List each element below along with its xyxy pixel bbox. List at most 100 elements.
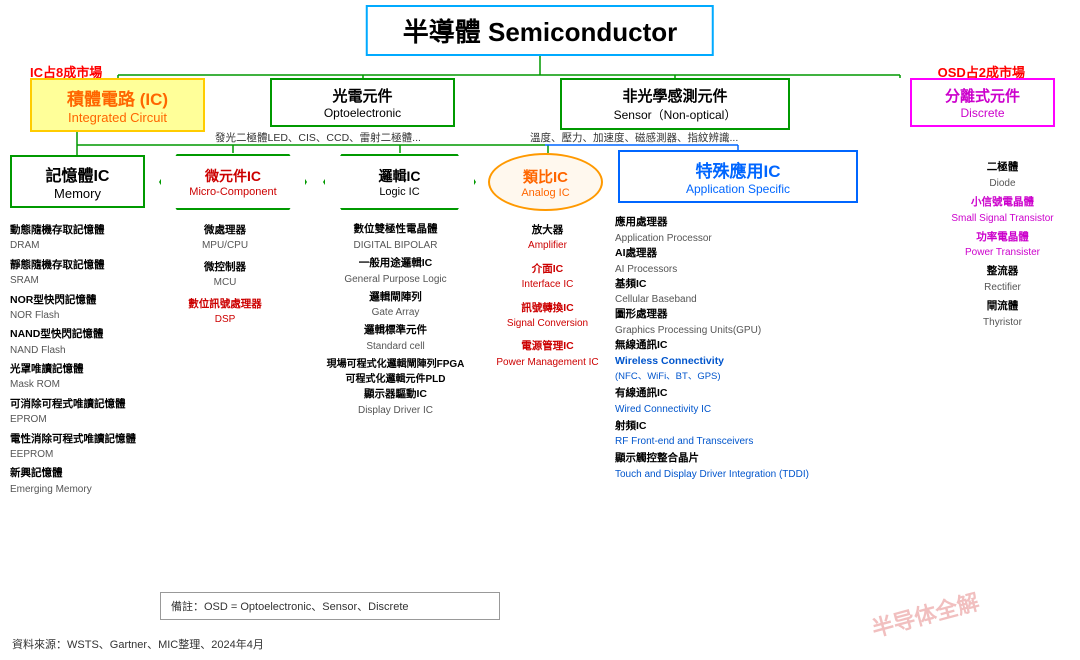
discrete-item-0-cn: 二極體 [930, 160, 1075, 176]
special-item-7-en: Touch and Display Driver Integration (TD… [615, 467, 865, 482]
l2-memory-en: Memory [16, 186, 139, 201]
memory-item-4-en: Mask ROM [10, 377, 145, 393]
micro-content: 微處理器 MPU/CPU 微控制器 MCU 數位訊號處理器 DSP [160, 222, 290, 332]
l2-micro-inner: 微元件IC Micro-Component [159, 154, 307, 210]
special-item-2-cn: 基頻IC [615, 277, 865, 293]
special-item-6-cn: 射頻IC [615, 419, 865, 435]
discrete-item-2-en: Power Transister [930, 245, 1075, 260]
discrete-item-1-cn: 小信號電晶體 [930, 195, 1075, 211]
memory-item-1-cn: 靜態隨機存取記憶體 [10, 257, 145, 273]
discrete-section-1: 小信號電晶體 Small Signal Transistor [930, 195, 1075, 226]
analog-item-1-en: Interface IC [490, 277, 605, 293]
l1-discrete-en: Discrete [920, 106, 1045, 120]
logic-item-2-cn: 邏輯閘陣列 [308, 290, 483, 306]
special-content: 應用處理器 Application Processor AI處理器 AI Pro… [615, 215, 865, 484]
l2-logic-box: 邏輯IC Logic IC [322, 153, 477, 211]
special-item-5-cn: 有線通訊IC [615, 386, 865, 402]
l1-opto-cn: 光電元件 [280, 85, 445, 106]
note-text: 備註：OSD = Optoelectronic、Sensor、Discrete [171, 601, 409, 613]
discrete-section-2: 功率電晶體 Power Transister [930, 230, 1075, 261]
l2-micro-en: Micro-Component [189, 186, 276, 198]
l2-micro-cn: 微元件IC [205, 166, 261, 186]
special-item-1-cn: AI處理器 [615, 246, 865, 262]
special-item-1-en: AI Processors [615, 262, 865, 277]
watermark: 半导体全解 [868, 584, 983, 643]
logic-item-3-cn: 邏輯標準元件 [308, 323, 483, 339]
l1-sensor-en: Sensor（Non-optical） [570, 106, 780, 123]
l1-discrete-cn: 分離式元件 [920, 85, 1045, 106]
special-item-4-cn: 無線通訊IC [615, 338, 865, 354]
special-item-4-en1: Wireless Connectivity [615, 354, 865, 370]
l2-logic-cn: 邏輯IC [379, 166, 421, 186]
micro-item-0-en: MPU/CPU [160, 238, 290, 254]
l1-ic-box: 積體電路 (IC) Integrated Circuit [30, 78, 205, 132]
memory-item-1-en: SRAM [10, 273, 145, 289]
l1-ic-cn: 積體電路 (IC) [40, 85, 195, 110]
discrete-section-4: 閘流體 Thyristor [930, 299, 1075, 330]
logic-item-0-en: DIGITAL BIPOLAR [308, 238, 483, 253]
logic-content: 數位雙極性電晶體 DIGITAL BIPOLAR 一般用途邏輯IC Genera… [308, 222, 483, 421]
sub-opto-label: 發光二極體LED、CIS、CCD、雷射二極體... [215, 130, 421, 145]
discrete-section-0: 二極體 Diode [930, 160, 1075, 191]
page: 半導體 Semiconductor IC占8成市場 OSD占2成市場 積體電路 … [0, 0, 1080, 660]
memory-item-0-en: DRAM [10, 238, 145, 254]
main-title: 半導體 Semiconductor [403, 17, 677, 47]
logic-item-3-en: Standard cell [308, 339, 483, 354]
title-border: 半導體 Semiconductor [366, 5, 714, 56]
discrete-content: 二極體 Diode 小信號電晶體 Small Signal Transistor… [930, 160, 1075, 334]
note-box: 備註：OSD = Optoelectronic、Sensor、Discrete [160, 592, 500, 620]
micro-item-0-cn: 微處理器 [160, 222, 290, 238]
l2-special-en: Application Specific [628, 182, 848, 196]
special-item-7-cn: 顯示觸控整合晶片 [615, 451, 865, 467]
memory-item-6-cn: 電性消除可程式唯讀記憶體 [10, 431, 145, 447]
micro-item-2-cn: 數位訊號處理器 [160, 296, 290, 312]
analog-item-2-en: Signal Conversion [490, 316, 605, 332]
logic-item-1-en: General Purpose Logic [308, 272, 483, 287]
memory-item-3-en: NAND Flash [10, 343, 145, 359]
l1-ic-en: Integrated Circuit [40, 110, 195, 125]
micro-item-2-en: DSP [160, 312, 290, 328]
memory-content: 動態隨機存取記憶體 DRAM 靜態隨機存取記憶體 SRAM NOR型快閃記憶體 … [10, 222, 145, 500]
l1-discrete-box: 分離式元件 Discrete [910, 78, 1055, 127]
l2-analog-en: Analog IC [521, 187, 569, 199]
discrete-item-3-en: Rectifier [930, 280, 1075, 295]
special-item-6-en: RF Front-end and Transceivers [615, 434, 865, 449]
special-item-4-en2: (NFC、WiFi、BT、GPS) [615, 370, 865, 384]
special-item-0-cn: 應用處理器 [615, 215, 865, 231]
micro-item-1-en: MCU [160, 275, 290, 291]
sub-sensor-label: 溫度、壓力、加速度、磁感測器、指紋辨識... [530, 130, 738, 145]
memory-item-7-cn: 新興記憶體 [10, 465, 145, 481]
special-item-0-en: Application Processor [615, 231, 865, 246]
l2-special-cn: 特殊應用IC [628, 157, 848, 182]
l2-logic-inner: 邏輯IC Logic IC [323, 154, 476, 210]
micro-item-1-cn: 微控制器 [160, 259, 290, 275]
logic-item-4-cn: 現場可程式化邏輯閘陣列FPGA [308, 357, 483, 372]
special-item-3-en: Graphics Processing Units(GPU) [615, 323, 865, 338]
logic-item-6-cn: 顯示器驅動IC [308, 387, 483, 403]
l1-sensor-box: 非光學感測元件 Sensor（Non-optical） [560, 78, 790, 130]
l2-special-box: 特殊應用IC Application Specific [618, 150, 858, 203]
discrete-item-4-cn: 閘流體 [930, 299, 1075, 315]
logic-item-6-en: Display Driver IC [308, 403, 483, 418]
analog-content: 放大器 Amplifier 介面IC Interface IC 訊號轉換IC S… [490, 222, 605, 373]
analog-item-3-cn: 電源管理IC [490, 338, 605, 354]
source-label: 資料來源：WSTS、Gartner、MIC整理、2024年4月 [12, 636, 264, 652]
analog-item-3-en: Power Management IC [490, 355, 605, 371]
l2-logic-en: Logic IC [379, 186, 419, 198]
title-area: 半導體 Semiconductor [366, 5, 714, 56]
discrete-item-1-en: Small Signal Transistor [930, 211, 1075, 226]
logic-item-2-en: Gate Array [308, 305, 483, 320]
special-item-5-en: Wired Connectivity IC [615, 402, 865, 417]
memory-item-5-cn: 可消除可程式唯讀記憶體 [10, 396, 145, 412]
l2-micro-box: 微元件IC Micro-Component [158, 153, 308, 211]
discrete-item-2-cn: 功率電晶體 [930, 230, 1075, 246]
memory-item-0-cn: 動態隨機存取記憶體 [10, 222, 145, 238]
memory-item-5-en: EPROM [10, 412, 145, 428]
analog-item-1-cn: 介面IC [490, 261, 605, 277]
memory-item-2-cn: NOR型快閃記憶體 [10, 292, 145, 308]
l2-memory-cn: 記憶體IC [16, 162, 139, 186]
l2-analog-box: 類比IC Analog IC [488, 153, 603, 211]
l1-sensor-cn: 非光學感測元件 [570, 85, 780, 106]
discrete-item-3-cn: 整流器 [930, 264, 1075, 280]
memory-item-2-en: NOR Flash [10, 308, 145, 324]
